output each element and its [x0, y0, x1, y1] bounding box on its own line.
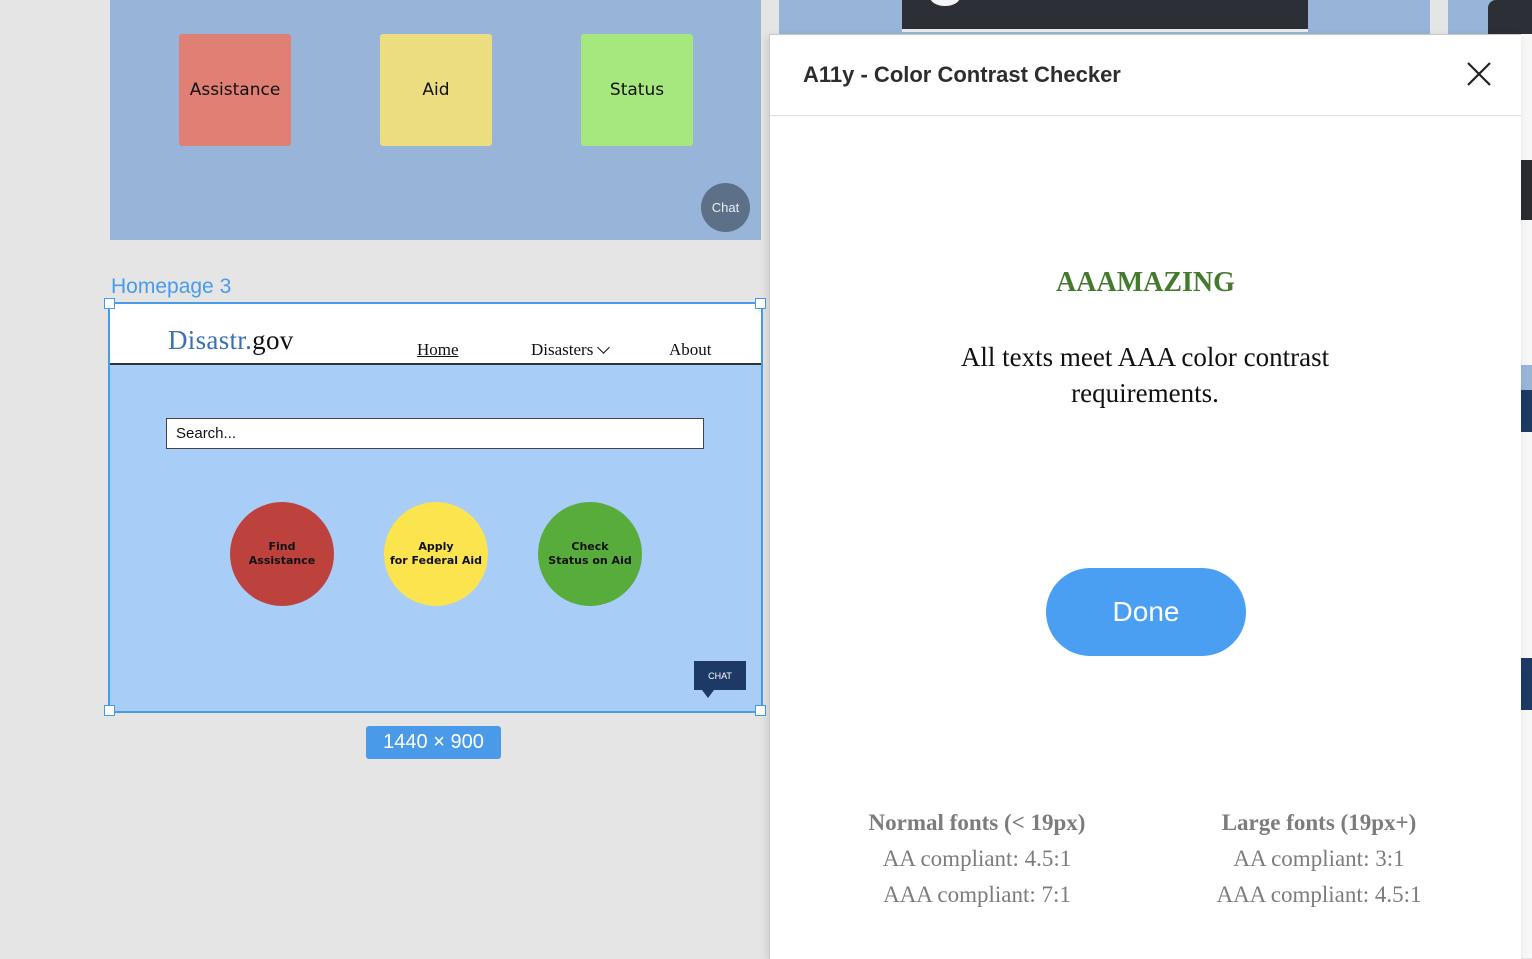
tile-status[interactable]: Status: [581, 34, 693, 146]
normal-aaa-ratio: AAA compliant: 7:1: [883, 882, 1071, 907]
check-status-button[interactable]: Check Status on Aid: [538, 502, 642, 606]
resize-handle-bottom-left[interactable]: [104, 705, 115, 716]
close-icon: [1467, 62, 1491, 86]
resize-handle-bottom-right[interactable]: [755, 705, 766, 716]
find-assistance-button[interactable]: Find Assistance: [230, 502, 334, 606]
search-input[interactable]: Search...: [166, 418, 704, 449]
panel-title: A11y - Color Contrast Checker: [803, 62, 1121, 87]
nav-about[interactable]: About: [669, 340, 712, 360]
chat-bubble-button[interactable]: CHAT: [694, 661, 746, 690]
background-frame-edge-block: [1520, 658, 1532, 710]
chevron-down-icon: [597, 341, 611, 354]
frame-label[interactable]: Homepage 3: [111, 275, 231, 299]
nav-disasters[interactable]: Disasters: [531, 340, 611, 360]
large-fonts-heading: Large fonts (19px+): [1221, 810, 1417, 835]
close-button[interactable]: [1466, 61, 1492, 87]
tile-assistance[interactable]: Assistance: [179, 34, 291, 146]
frame-size-badge: 1440 × 900: [366, 726, 501, 759]
logo-part-2: gov: [252, 325, 294, 355]
site-logo[interactable]: Disastr.gov: [168, 325, 294, 356]
chat-button[interactable]: Chat: [701, 183, 750, 232]
design-frame-homepage-3[interactable]: Disastr.gov Home Disasters About Search.…: [108, 302, 763, 713]
apply-federal-aid-button[interactable]: Apply for Federal Aid: [384, 502, 488, 606]
result-heading: AAAMAZING: [1056, 267, 1235, 298]
background-frame-edge-block: [1520, 365, 1532, 390]
normal-aa-ratio: AA compliant: 4.5:1: [882, 846, 1072, 871]
design-frame-top[interactable]: Assistance Aid Status Chat: [110, 0, 761, 240]
resize-handle-top-left[interactable]: [104, 298, 115, 309]
background-frame-edge-block: [1520, 160, 1532, 220]
resize-handle-top-right[interactable]: [755, 298, 766, 309]
large-aaa-ratio: AAA compliant: 4.5:1: [1216, 882, 1422, 907]
background-frame-divider: [902, 29, 1308, 32]
large-aa-ratio: AA compliant: 3:1: [1233, 846, 1405, 871]
large-fonts-requirements: Large fonts (19px+) AA compliant: 3:1 AA…: [1169, 805, 1469, 913]
normal-fonts-requirements: Normal fonts (< 19px) AA compliant: 4.5:…: [827, 805, 1127, 913]
nav-home[interactable]: Home: [417, 340, 459, 360]
logo-part-1: Disastr.: [168, 325, 253, 355]
background-frame-right-header: [1488, 0, 1532, 34]
site-header: Disastr.gov Home Disasters About: [110, 304, 761, 365]
panel-header: A11y - Color Contrast Checker: [770, 35, 1521, 116]
background-frame-header: [902, 0, 1308, 29]
done-button[interactable]: Done: [1046, 568, 1246, 656]
tile-aid[interactable]: Aid: [380, 34, 492, 146]
search-input-value: Search...: [176, 425, 237, 442]
result-message: All texts meet AAA color contrast requir…: [960, 342, 1330, 408]
contrast-checker-panel: A11y - Color Contrast Checker AAAMAZING …: [769, 34, 1521, 959]
background-frame-edge-block: [1520, 390, 1532, 432]
normal-fonts-heading: Normal fonts (< 19px): [868, 810, 1086, 835]
nav-disasters-label: Disasters: [531, 340, 594, 359]
chat-bubble-tail: [702, 690, 714, 698]
